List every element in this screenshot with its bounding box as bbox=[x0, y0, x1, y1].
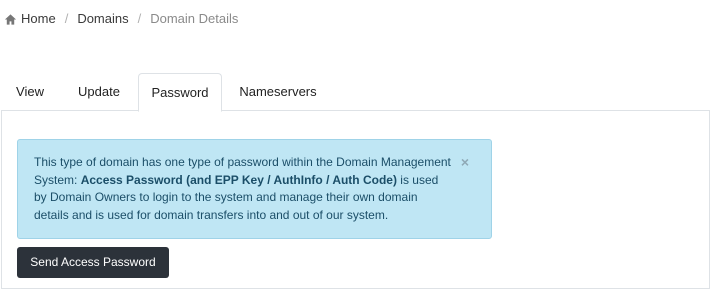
breadcrumb-separator: / bbox=[137, 11, 142, 26]
domain-tabs: View Update Password Nameservers bbox=[1, 73, 710, 112]
tab-update[interactable]: Update bbox=[64, 73, 134, 111]
breadcrumb: Home / Domains / Domain Details bbox=[4, 11, 238, 27]
alert-bold-text: Access Password (and EPP Key / AuthInfo … bbox=[80, 172, 397, 187]
send-access-password-button[interactable]: Send Access Password bbox=[17, 247, 169, 278]
tab-password[interactable]: Password bbox=[138, 73, 222, 112]
breadcrumb-home-link[interactable]: Home bbox=[21, 11, 56, 27]
tab-nameservers[interactable]: Nameservers bbox=[226, 73, 330, 111]
tab-view[interactable]: View bbox=[4, 73, 56, 111]
home-icon bbox=[4, 13, 17, 25]
close-icon[interactable]: × bbox=[461, 155, 469, 169]
breadcrumb-domains-link[interactable]: Domains bbox=[77, 11, 128, 27]
info-alert: This type of domain has one type of pass… bbox=[17, 139, 492, 239]
breadcrumb-separator: / bbox=[64, 11, 69, 26]
breadcrumb-current: Domain Details bbox=[150, 11, 239, 26]
